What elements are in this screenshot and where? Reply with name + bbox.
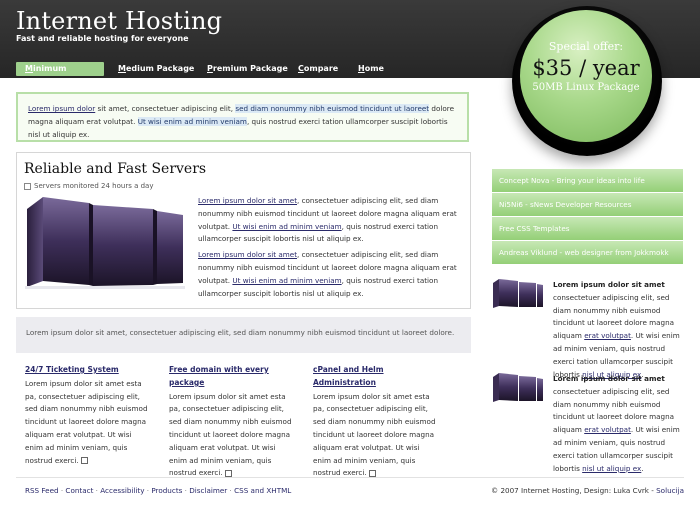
feature-text: Lorem ipsum dolor sit amet esta pa, cons… — [313, 391, 436, 478]
sidebar-link-andreas-viklund[interactable]: Andreas Viklund - web designer from Jokk… — [492, 241, 683, 264]
paragraph-link[interactable]: Ut wisi enim ad minim veniam — [232, 222, 341, 231]
sidebar-item: Lorem ipsum dolor sit amet consectetuer … — [492, 373, 684, 475]
sidebar-item-link[interactable]: erat volutpat — [584, 331, 631, 340]
server-thumbnail — [493, 373, 543, 402]
servers-image — [25, 197, 185, 289]
footer-link-solucija[interactable]: Solucija — [656, 486, 684, 495]
feature-text: Lorem ipsum dolor sit amet esta pa, cons… — [169, 391, 292, 478]
footer-link-products[interactable]: Products — [151, 486, 182, 495]
footer-link-rss[interactable]: RSS Feed — [25, 486, 59, 495]
sidebar-item-heading: Lorem ipsum dolor sit amet — [553, 280, 665, 289]
footer-links: RSS Feed · Contact · Accessibility · Pro… — [25, 486, 292, 495]
sidebar-item-link[interactable]: nisl ut aliquip ex — [582, 464, 641, 473]
main-paragraph: Lorem ipsum dolor sit amet, consectetuer… — [198, 250, 457, 298]
footer-link-disclaimer[interactable]: Disclaimer — [189, 486, 227, 495]
main-text: Lorem ipsum dolor sit amet, consectetuer… — [198, 195, 461, 303]
server-thumbnail — [493, 279, 543, 308]
sidebar-item-link[interactable]: erat volutpat — [584, 425, 631, 434]
feature-title[interactable]: Free domain with every package — [169, 364, 295, 390]
sidebar-link-ni5ni6[interactable]: Ni5Ni6 - sNews Developer Resources — [492, 193, 683, 216]
feature-title[interactable]: cPanel and Helm Administration — [313, 364, 439, 390]
main-nav: Minimum Package Medium Package Premium P… — [0, 60, 520, 87]
footer-link-contact[interactable]: Contact — [65, 486, 93, 495]
paragraph-link[interactable]: Lorem ipsum dolor sit amet — [198, 250, 297, 259]
footer-divider — [16, 477, 684, 478]
feature-column: cPanel and Helm Administration Lorem ips… — [313, 364, 439, 480]
external-link-icon[interactable] — [224, 469, 232, 477]
intro-highlight: Ut wisi enim ad minim veniam — [137, 117, 247, 126]
footer-copyright: © 2007 Internet Hosting, Design: Luka Cv… — [490, 486, 684, 495]
paragraph-link[interactable]: Ut wisi enim ad minim veniam — [232, 276, 341, 285]
nav-home[interactable]: Home — [349, 62, 393, 76]
offer-description: 50MB Linux Package — [532, 82, 640, 93]
sidebar-item: Lorem ipsum dolor sit amet consectetuer … — [492, 279, 684, 381]
feature-column: 24/7 Ticketing System Lorem ipsum dolor … — [25, 364, 151, 467]
sidebar-item-heading: Lorem ipsum dolor sit amet — [553, 374, 665, 383]
nav-premium-package[interactable]: Premium Package — [198, 62, 297, 76]
nav-medium-package[interactable]: Medium Package — [109, 62, 203, 76]
monitor-caption: Servers monitored 24 hours a day — [24, 182, 153, 190]
monitor-icon — [24, 182, 31, 190]
footer-link-css-xhtml[interactable]: CSS and XHTML — [234, 486, 291, 495]
sidebar-link-concept-nova[interactable]: Concept Nova - Bring your ideas into lif… — [492, 169, 683, 192]
site-tagline: Fast and reliable hosting for everyone — [16, 34, 189, 43]
feature-text: Lorem ipsum dolor sit amet esta pa, cons… — [25, 378, 148, 465]
footer-link-accessibility[interactable]: Accessibility — [100, 486, 144, 495]
feature-title[interactable]: 24/7 Ticketing System — [25, 364, 151, 377]
intro-highlight: sed diam nonummy nibh euismod tincidunt … — [235, 104, 430, 113]
external-link-icon[interactable] — [368, 469, 376, 477]
main-paragraph: Lorem ipsum dolor sit amet, consectetuer… — [198, 196, 457, 244]
site-title[interactable]: Internet Hosting — [16, 7, 222, 35]
intro-link[interactable]: Lorem ipsum dolor — [28, 104, 95, 113]
special-offer-badge[interactable]: Special offer: $35 / year 50MB Linux Pac… — [520, 10, 652, 142]
feature-column: Free domain with every package Lorem ips… — [169, 364, 295, 480]
external-link-icon[interactable] — [80, 457, 88, 465]
paragraph-link[interactable]: Lorem ipsum dolor sit amet — [198, 196, 297, 205]
nav-compare[interactable]: Compare — [289, 62, 347, 76]
gray-note-box: Lorem ipsum dolor sit amet, consectetuer… — [16, 317, 471, 353]
nav-minimum-package[interactable]: Minimum Package — [16, 62, 104, 87]
section-title: Reliable and Fast Servers — [24, 161, 207, 177]
intro-box: Lorem ipsum dolor sit amet, consectetuer… — [16, 92, 469, 142]
sidebar-links: Concept Nova - Bring your ideas into lif… — [492, 169, 683, 265]
offer-label: Special offer: — [548, 40, 624, 53]
offer-price: $35 / year — [532, 56, 640, 80]
sidebar-link-free-css-templates[interactable]: Free CSS Templates — [492, 217, 683, 240]
main-content-panel: Reliable and Fast Servers Servers monito… — [16, 152, 471, 309]
